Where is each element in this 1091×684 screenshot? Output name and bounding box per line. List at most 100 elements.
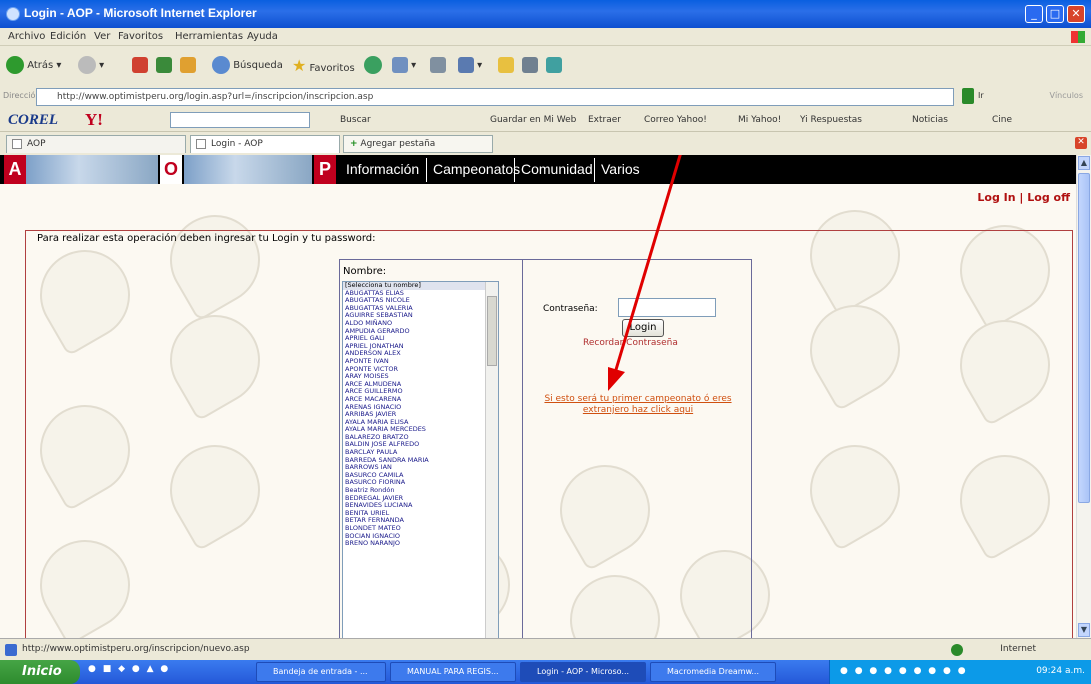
- status-url: http://www.optimistperu.org/inscripcion/…: [22, 644, 250, 654]
- search-icon: [212, 56, 230, 74]
- history-icon: [364, 56, 382, 74]
- stop-button[interactable]: [132, 56, 148, 76]
- edit-icon: [458, 57, 474, 73]
- status-bar: http://www.optimistperu.org/inscripcion/…: [0, 638, 1091, 660]
- nav-comunidad[interactable]: Comunidad: [514, 158, 599, 182]
- yahoo-answers-button[interactable]: Yi Respuestas: [800, 115, 862, 125]
- site-header: A O P Información Campeonatos Comunidad …: [0, 155, 1076, 184]
- home-button[interactable]: [180, 56, 196, 76]
- scroll-down-icon[interactable]: ▼: [1078, 623, 1090, 637]
- start-button[interactable]: Inicio: [0, 660, 80, 684]
- tab-bar: AOP Login - AOP + Agregar pestaña ✕: [0, 133, 1091, 153]
- log-in-log-off-links[interactable]: Log In | Log off: [977, 191, 1070, 204]
- listbox-scroll-thumb[interactable]: [487, 296, 497, 366]
- menu-herramientas[interactable]: Herramientas: [175, 31, 243, 42]
- menu-edicion[interactable]: Edición: [50, 31, 86, 42]
- star-icon: ★: [292, 56, 307, 75]
- listbox-scrollbar[interactable]: [485, 282, 498, 638]
- quick-launch-icons[interactable]: ● ■ ◆ ● ▲ ●: [88, 664, 248, 680]
- taskbar-dreamweaver-window[interactable]: Macromedia Dreamw...: [650, 662, 776, 682]
- title-bar: Login - AOP - Microsoft Internet Explore…: [0, 0, 1091, 28]
- new-tab-button[interactable]: + Agregar pestaña: [343, 135, 493, 153]
- go-label: Ir: [978, 91, 984, 100]
- tab-aop[interactable]: AOP: [6, 135, 186, 153]
- nav-informacion[interactable]: Información: [340, 158, 425, 182]
- folder-button[interactable]: [498, 56, 514, 76]
- form-divider: [522, 260, 523, 638]
- logo-letter-p: P: [314, 155, 336, 184]
- taskbar-mail-window[interactable]: Bandeja de entrada - ...: [256, 662, 386, 682]
- menu-archivo[interactable]: Archivo: [8, 31, 45, 42]
- page-icon: [196, 139, 206, 149]
- zone-label: Internet: [1000, 644, 1036, 654]
- annotation-arrow: [608, 155, 682, 391]
- my-yahoo-button[interactable]: Mi Yahoo!: [738, 115, 781, 125]
- links-label[interactable]: Vínculos: [1049, 91, 1083, 100]
- stop-icon: [132, 57, 148, 73]
- page-scrollbar[interactable]: ▲ ▼: [1076, 155, 1091, 638]
- yahoo-mail-button[interactable]: Correo Yahoo!: [644, 115, 707, 125]
- menu-ayuda[interactable]: Ayuda: [247, 31, 278, 42]
- yahoo-cine-button[interactable]: Cine: [992, 115, 1012, 125]
- minimize-button[interactable]: _: [1025, 5, 1043, 23]
- yahoo-search-button[interactable]: Buscar: [340, 115, 371, 125]
- page-loading-icon: [5, 644, 17, 656]
- messenger-button[interactable]: [546, 56, 562, 76]
- favorites-button[interactable]: ★ Favoritos: [292, 56, 355, 76]
- standard-toolbar: Atrás ▾ ▾ Búsqueda ★ Favoritos ▾ ▾: [0, 47, 1091, 85]
- search-button[interactable]: Búsqueda: [212, 56, 283, 76]
- internet-zone-icon: [951, 644, 963, 656]
- taskbar-manual-window[interactable]: MANUAL PARA REGIS...: [390, 662, 516, 682]
- taskbar-login-window[interactable]: Login - AOP - Microso...: [520, 662, 646, 682]
- ie-icon: [6, 7, 20, 21]
- page-icon: [12, 139, 22, 149]
- address-input[interactable]: http://www.optimistperu.org/login.asp?ur…: [36, 88, 954, 106]
- list-item[interactable]: BRENO NARANJO: [343, 540, 498, 548]
- corel-toolbar: COREL Y! Buscar Guardar en Mi Web Extrae…: [0, 108, 1091, 132]
- taskbar: Inicio ● ■ ◆ ● ▲ ● Bandeja de entrada - …: [0, 660, 1091, 684]
- clock: 09:24 a.m.: [1036, 666, 1085, 676]
- tray-icons[interactable]: ● ● ● ● ● ● ● ● ●: [840, 666, 968, 676]
- close-tab-icon[interactable]: ✕: [1075, 137, 1087, 149]
- yahoo-search-input[interactable]: [170, 112, 310, 128]
- refresh-icon: [156, 57, 172, 73]
- scroll-thumb[interactable]: [1078, 173, 1090, 503]
- yahoo-extract-button[interactable]: Extraer: [588, 115, 621, 125]
- address-bar: Dirección http://www.optimistperu.org/lo…: [0, 87, 1091, 107]
- yahoo-save-button[interactable]: Guardar en Mi Web: [490, 115, 576, 125]
- back-button[interactable]: Atrás ▾: [6, 56, 61, 76]
- nav-campeonatos[interactable]: Campeonatos: [426, 158, 526, 182]
- mail-button[interactable]: ▾: [392, 56, 416, 76]
- logo-letter-o: O: [160, 155, 182, 184]
- go-button[interactable]: [962, 88, 974, 104]
- address-label: Dirección: [3, 91, 41, 100]
- window-title: Login - AOP - Microsoft Internet Explore…: [24, 6, 257, 20]
- login-instruction: Para realizar esta operación deben ingre…: [37, 233, 376, 244]
- tab-login-aop[interactable]: Login - AOP: [190, 135, 340, 153]
- messenger-icon: [546, 57, 562, 73]
- history-button[interactable]: [364, 56, 382, 76]
- maximize-button[interactable]: □: [1046, 5, 1064, 23]
- windows-logo-icon: [1071, 31, 1085, 43]
- forward-arrow-icon: [78, 56, 96, 74]
- edit-button[interactable]: ▾: [458, 56, 482, 76]
- yahoo-news-button[interactable]: Noticias: [912, 115, 948, 125]
- print-button[interactable]: [430, 56, 446, 76]
- back-arrow-icon: [6, 56, 24, 74]
- header-photo: [26, 155, 158, 184]
- plus-icon: +: [350, 139, 358, 149]
- print-icon: [430, 57, 446, 73]
- corel-logo: COREL: [8, 112, 59, 128]
- forward-button[interactable]: ▾: [78, 56, 104, 76]
- scroll-up-icon[interactable]: ▲: [1078, 156, 1090, 170]
- first-championship-link[interactable]: Si esto será tu primer campeonato ó eres…: [538, 394, 738, 416]
- page-content: A O P Información Campeonatos Comunidad …: [0, 155, 1076, 638]
- refresh-button[interactable]: [156, 56, 172, 76]
- close-button[interactable]: ✕: [1067, 5, 1085, 23]
- yahoo-logo-icon[interactable]: Y!: [85, 110, 103, 130]
- research-button[interactable]: [522, 56, 538, 76]
- name-listbox[interactable]: [Selecciona tu nombre] ABUGATTAS ELIAS A…: [342, 281, 499, 638]
- menu-favoritos[interactable]: Favoritos: [118, 31, 163, 42]
- nombre-label: Nombre:: [343, 266, 387, 277]
- menu-ver[interactable]: Ver: [94, 31, 110, 42]
